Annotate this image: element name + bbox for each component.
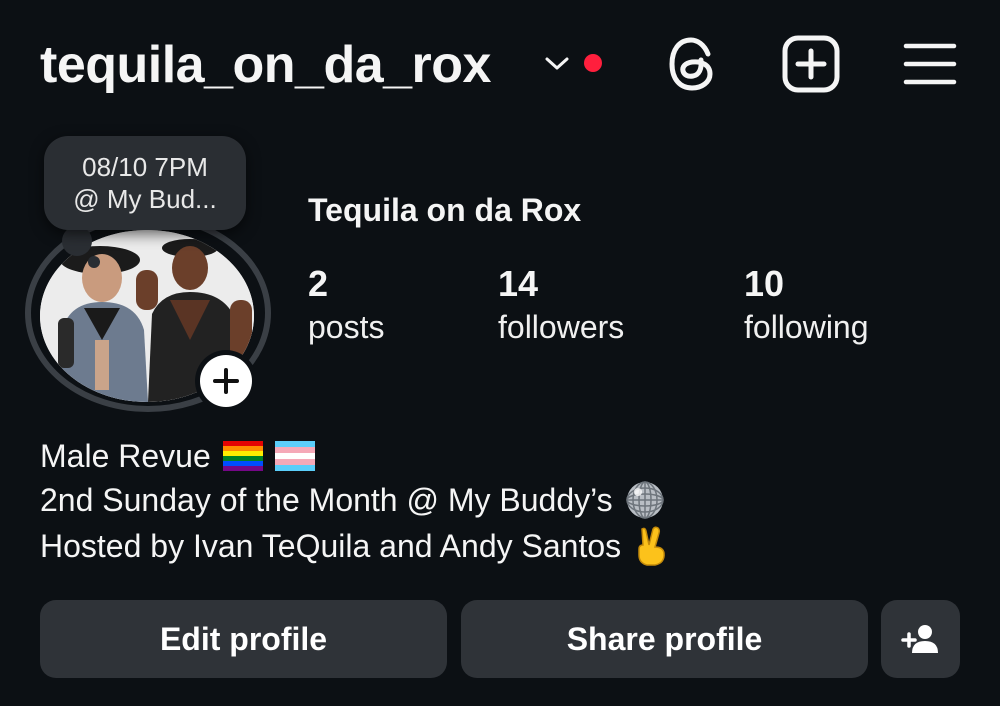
- following-count: 10: [744, 263, 785, 304]
- notification-dot: [584, 54, 602, 72]
- share-profile-button[interactable]: Share profile: [461, 600, 868, 678]
- following-label: following: [744, 309, 869, 345]
- note-bubble-tail: [62, 226, 92, 256]
- note-bubble-tail-small: [88, 256, 100, 268]
- bio-text-2: 2nd Sunday of the Month @ My Buddy’s: [40, 482, 613, 518]
- followers-count: 14: [498, 263, 539, 304]
- victory-hand-icon: [638, 526, 665, 566]
- add-story-button[interactable]: [195, 350, 257, 412]
- bio-text-1: Male Revue: [40, 438, 211, 474]
- mirror-ball-icon: [625, 481, 664, 519]
- followers-label: followers: [498, 309, 625, 345]
- posts-count: 2: [308, 263, 329, 304]
- bio-line-3: Hosted by Ivan TeQuila and Andy Santos: [40, 524, 669, 568]
- discover-people-button[interactable]: [881, 600, 960, 678]
- posts-label: posts: [308, 309, 385, 345]
- rainbow-flag-icon: [222, 441, 263, 471]
- create-plus-icon[interactable]: [782, 35, 840, 93]
- menu-icon[interactable]: [903, 40, 957, 88]
- threads-icon[interactable]: [664, 34, 720, 94]
- stat-posts[interactable]: 2 posts: [308, 262, 384, 348]
- edit-profile-button[interactable]: Edit profile: [40, 600, 447, 678]
- stat-following[interactable]: 10 following: [744, 262, 869, 348]
- bio-text-3: Hosted by Ivan TeQuila and Andy Santos: [40, 528, 622, 564]
- transgender-flag-icon: [274, 441, 315, 471]
- note-line-2: @ My Bud...: [73, 184, 217, 214]
- stat-followers[interactable]: 14 followers: [498, 262, 624, 348]
- chevron-down-icon[interactable]: [544, 52, 570, 74]
- plus-icon: [213, 368, 239, 394]
- add-person-icon: [900, 625, 938, 653]
- bio-line-1: Male Revue: [40, 434, 315, 478]
- bio-line-2: 2nd Sunday of the Month @ My Buddy’s: [40, 478, 665, 522]
- note-line-1: 08/10 7PM: [82, 152, 208, 182]
- note-bubble[interactable]: 08/10 7PM @ My Bud...: [44, 136, 246, 230]
- profile-username[interactable]: tequila_on_da_rox: [40, 30, 491, 100]
- display-name: Tequila on da Rox: [308, 192, 582, 228]
